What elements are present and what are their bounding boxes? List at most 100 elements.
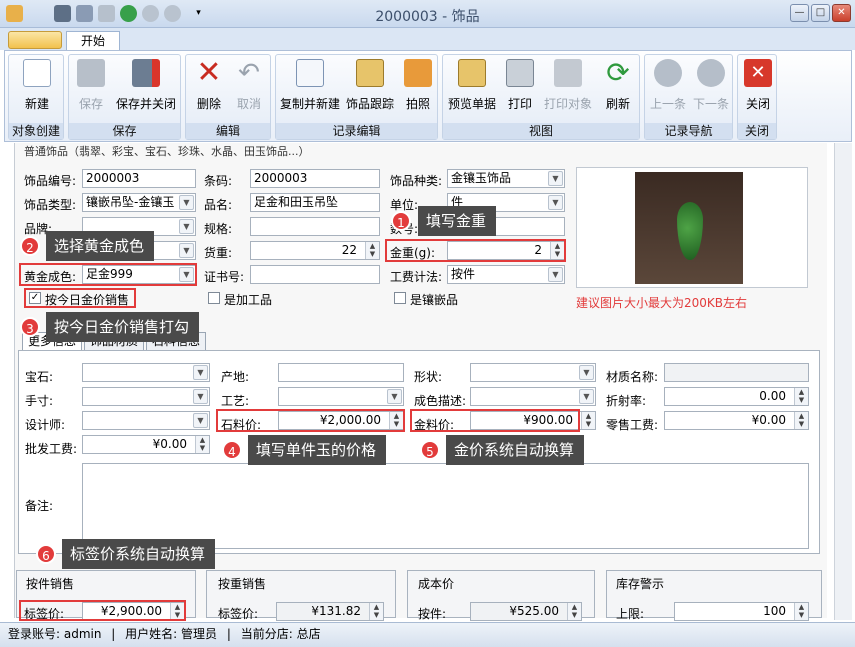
- close-window-button[interactable]: ✕: [832, 4, 851, 22]
- stock-alert-title: 库存警示: [616, 577, 665, 591]
- callout-5: 金价系统自动换算: [446, 435, 585, 465]
- stepper-icon[interactable]: ▲ ▼: [794, 388, 808, 405]
- cost-piece-input[interactable]: ¥525.00 ▲ ▼: [470, 602, 582, 621]
- name-input[interactable]: 足金和田玉吊坠: [250, 193, 380, 212]
- group-record-edit: 复制并新建 饰品跟踪 拍照 记录编辑: [275, 54, 438, 140]
- highlight-stone-price: [216, 409, 405, 432]
- chevron-down-icon[interactable]: ▼: [179, 243, 194, 258]
- origin-input[interactable]: [278, 363, 404, 382]
- stepper-icon[interactable]: ▲ ▼: [581, 412, 595, 429]
- chevron-down-icon[interactable]: ▼: [387, 389, 402, 404]
- new-button[interactable]: 新建: [15, 59, 59, 112]
- refresh-button[interactable]: ⟳ 刷新: [599, 59, 637, 112]
- print-button[interactable]: 打印: [501, 59, 539, 112]
- shape-select[interactable]: ▼: [470, 363, 596, 382]
- print-object-button[interactable]: 打印对象: [541, 59, 595, 112]
- cert-input[interactable]: [250, 265, 380, 284]
- badge-5: 5: [420, 440, 440, 460]
- wholesale-fee-value: ¥0.00: [152, 437, 187, 451]
- stepper-icon[interactable]: ▲ ▼: [195, 436, 209, 453]
- size-select[interactable]: ▼: [82, 387, 210, 406]
- craft-select[interactable]: ▼: [278, 387, 404, 406]
- shape-label: 形状:: [414, 370, 443, 384]
- highlight-tag-price: [19, 600, 186, 621]
- refraction-value: 0.00: [759, 389, 786, 403]
- stepper-icon[interactable]: ▲ ▼: [567, 603, 581, 620]
- weight-sale-title: 按重销售: [218, 577, 267, 591]
- chevron-down-icon[interactable]: ▼: [548, 267, 563, 282]
- track-item-button[interactable]: 饰品跟踪: [344, 59, 396, 112]
- designer-label: 设计师:: [25, 418, 66, 432]
- next-record-button[interactable]: 下一条: [690, 59, 732, 112]
- stepper-icon[interactable]: ▲ ▼: [365, 242, 379, 259]
- goods-weight-value: 22: [341, 243, 357, 257]
- designer-select[interactable]: ▼: [82, 411, 210, 430]
- labor-method-select[interactable]: 按件 ▼: [447, 265, 565, 284]
- labor-method-label: 工费计法:: [390, 270, 443, 284]
- previous-record-button[interactable]: 上一条: [647, 59, 689, 112]
- type-select[interactable]: 镶嵌吊坠-金镶玉 ▼: [82, 193, 196, 212]
- retail-fee-input[interactable]: ¥0.00 ▲ ▼: [664, 411, 809, 430]
- chevron-down-icon[interactable]: ▼: [179, 195, 194, 210]
- gem-select[interactable]: ▼: [82, 363, 210, 382]
- origin-label: 产地:: [221, 370, 250, 384]
- copy-and-new-button[interactable]: 复制并新建: [278, 59, 342, 112]
- chevron-down-icon[interactable]: ▼: [579, 365, 594, 380]
- item-no-label: 饰品编号:: [24, 174, 77, 188]
- clipboard-icon: [356, 59, 384, 87]
- category-select[interactable]: 金镶玉饰品 ▼: [447, 169, 565, 188]
- photo-button[interactable]: 拍照: [400, 59, 436, 112]
- group-create: 新建 对象创建: [8, 54, 64, 140]
- cancel-button[interactable]: ↶ 取消: [230, 59, 268, 112]
- inlaid-checkbox[interactable]: [394, 292, 406, 304]
- maximize-button[interactable]: □: [811, 4, 830, 22]
- minimize-button[interactable]: —: [790, 4, 809, 22]
- stepper-icon[interactable]: ▲ ▼: [369, 603, 383, 620]
- badge-3: 3: [20, 317, 40, 337]
- color-desc-select[interactable]: ▼: [470, 387, 596, 406]
- status-divider: |: [111, 627, 116, 641]
- processed-checkbox[interactable]: [208, 292, 220, 304]
- close-button[interactable]: ✕ 关闭: [740, 59, 776, 112]
- chevron-down-icon[interactable]: ▼: [193, 413, 208, 428]
- chevron-down-icon[interactable]: ▼: [179, 219, 194, 234]
- wholesale-fee-input[interactable]: ¥0.00 ▲ ▼: [82, 435, 210, 454]
- barcode-input[interactable]: 2000003: [250, 169, 380, 188]
- piece-sale-title: 按件销售: [26, 577, 75, 591]
- save-button[interactable]: 保存: [73, 59, 109, 112]
- arrow-down-icon: [697, 59, 725, 87]
- size-label: 手寸:: [25, 394, 54, 408]
- item-no-input[interactable]: 2000003: [82, 169, 196, 188]
- chevron-down-icon[interactable]: ▼: [579, 389, 594, 404]
- chevron-down-icon[interactable]: ▼: [193, 365, 208, 380]
- save-icon: [77, 59, 105, 87]
- barcode-label: 条码:: [204, 174, 233, 188]
- remark-textarea[interactable]: [82, 463, 809, 549]
- item-photo[interactable]: [576, 167, 808, 288]
- material-name-input[interactable]: [664, 363, 809, 382]
- chevron-down-icon[interactable]: ▼: [193, 389, 208, 404]
- callout-3: 按今日金价销售打勾: [46, 312, 200, 342]
- goods-weight-input[interactable]: 22 ▲ ▼: [250, 241, 380, 260]
- chevron-down-icon[interactable]: ▼: [548, 171, 563, 186]
- weight-tag-value: ¥131.82: [311, 604, 361, 618]
- tab-home[interactable]: 开始: [66, 31, 120, 51]
- chevron-down-icon[interactable]: ▼: [548, 195, 563, 210]
- weight-tag-input[interactable]: ¥131.82 ▲ ▼: [276, 602, 384, 621]
- spec-label: 规格:: [204, 222, 233, 236]
- preview-button[interactable]: 预览单据: [445, 59, 499, 112]
- app-menu-button[interactable]: [8, 31, 62, 49]
- stepper-icon[interactable]: ▲ ▼: [794, 412, 808, 429]
- name-label: 品名:: [204, 198, 233, 212]
- new-document-icon: [23, 59, 51, 87]
- delete-button[interactable]: ✕ 删除: [190, 58, 228, 112]
- spec-input[interactable]: [250, 217, 380, 236]
- status-bar: 登录账号: admin | 用户姓名: 管理员 | 当前分店: 总店: [0, 622, 855, 647]
- refraction-input[interactable]: 0.00 ▲ ▼: [664, 387, 809, 406]
- stock-upper-input[interactable]: 100 ▲ ▼: [674, 602, 809, 621]
- vertical-scrollbar[interactable]: [834, 143, 852, 620]
- stepper-icon[interactable]: ▲ ▼: [794, 603, 808, 620]
- retail-fee-value: ¥0.00: [751, 413, 786, 427]
- save-and-close-button[interactable]: 保存并关闭: [113, 59, 179, 112]
- badge-6: 6: [36, 544, 56, 564]
